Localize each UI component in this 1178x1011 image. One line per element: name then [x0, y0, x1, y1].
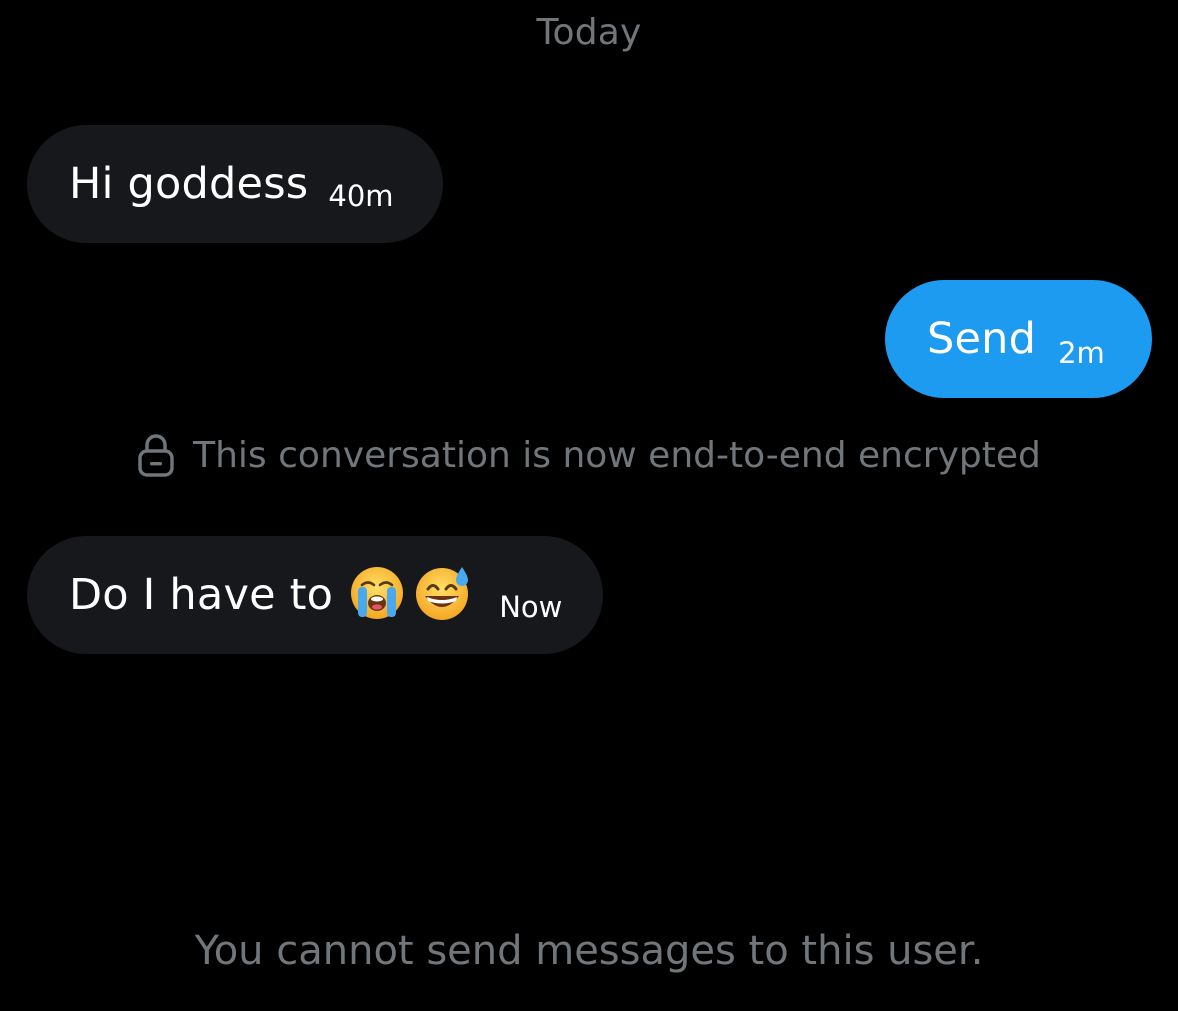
encryption-notice-text: This conversation is now end-to-end encr… — [193, 434, 1041, 476]
grinning-face-with-sweat-icon — [415, 565, 473, 625]
message-timestamp: 2m — [1058, 336, 1105, 370]
messaging-disabled-notice: You cannot send messages to this user. — [194, 928, 984, 974]
message-text: Hi goddess — [69, 159, 309, 209]
loudly-crying-face-icon — [349, 565, 405, 625]
message-timestamp: 40m — [328, 179, 394, 213]
message-text: Do I have to — [69, 570, 334, 620]
date-divider: Today — [536, 12, 642, 53]
message-bubble-sent[interactable]: Send 2m — [885, 280, 1152, 398]
message-bubble-received[interactable]: Do I have to Now — [27, 536, 603, 654]
message-text: Send — [927, 314, 1037, 364]
emoji-group — [349, 565, 473, 625]
message-timestamp: Now — [499, 590, 563, 624]
lock-icon — [137, 432, 175, 478]
encryption-notice: This conversation is now end-to-end encr… — [0, 432, 1178, 478]
message-bubble-received[interactable]: Hi goddess 40m — [27, 125, 443, 243]
